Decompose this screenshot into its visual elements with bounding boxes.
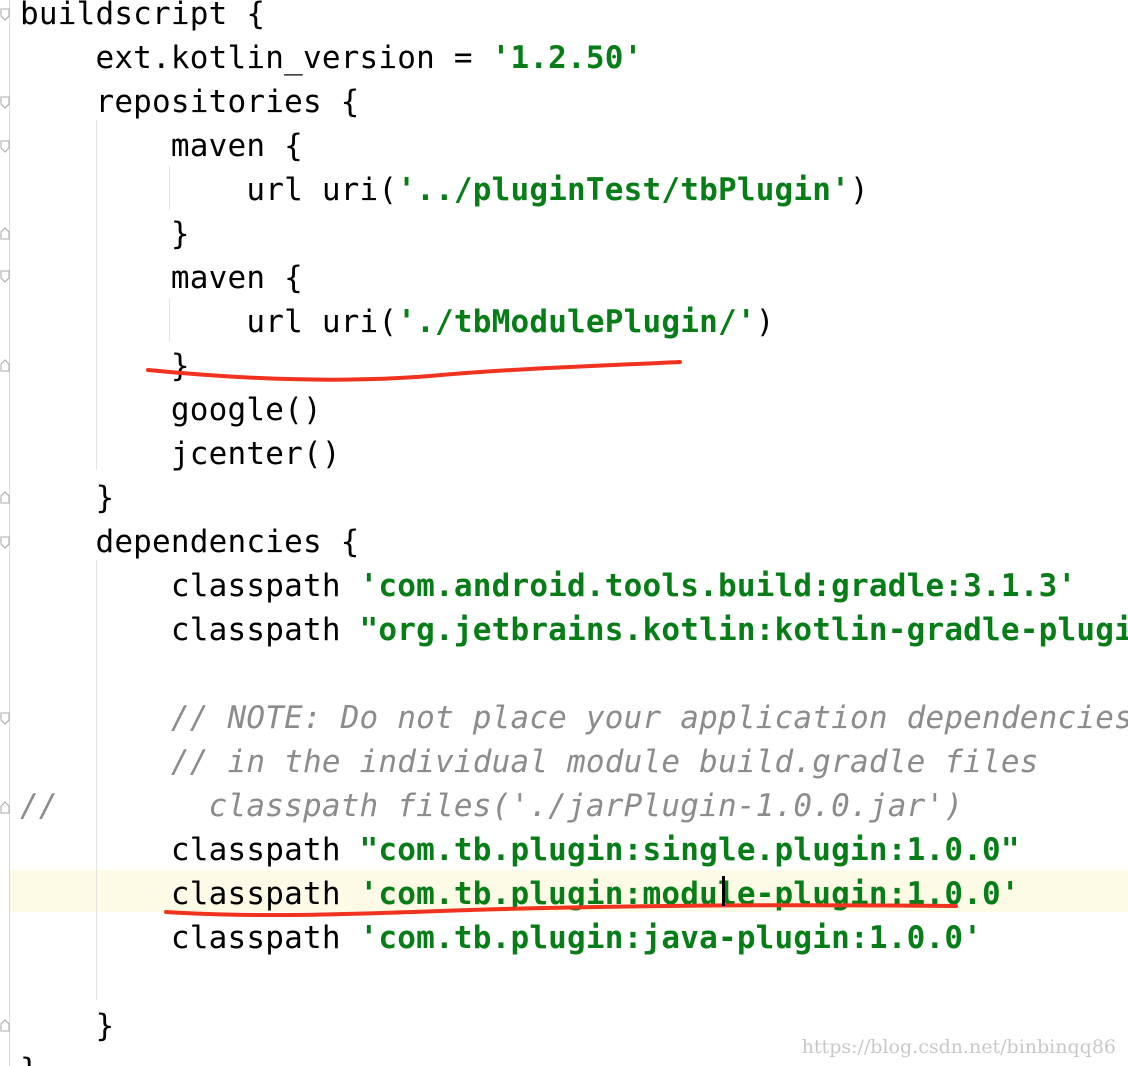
text-caret <box>722 876 725 906</box>
red-underline-annotation <box>164 903 958 918</box>
watermark-text: https://blog.csdn.net/binbinqq86 <box>801 1036 1116 1058</box>
red-underline-annotation <box>146 360 682 382</box>
annotation-layer <box>146 360 958 918</box>
code-editor[interactable]: buildscript { ext.kotlin_version = '1.2.… <box>0 0 1128 1066</box>
